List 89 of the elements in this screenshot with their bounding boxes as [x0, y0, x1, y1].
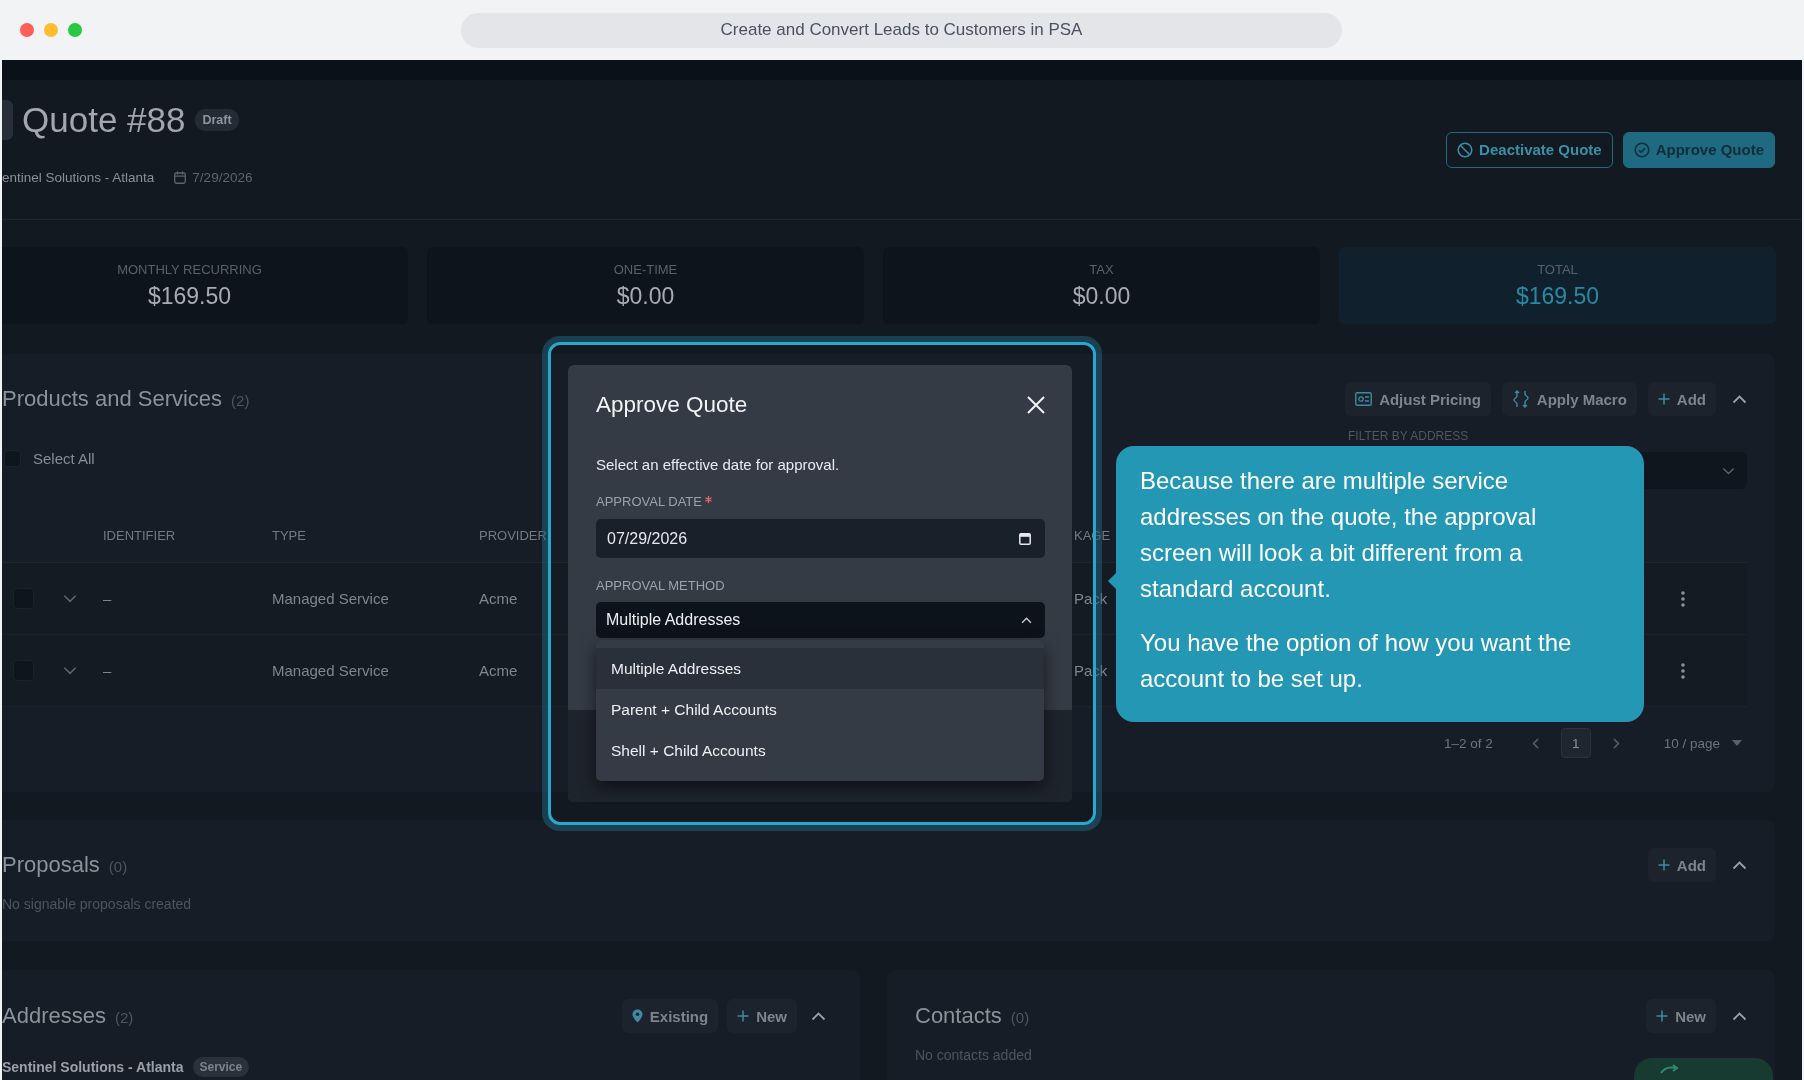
- quote-title: Quote #88: [22, 99, 186, 141]
- chevron-right-icon[interactable]: [1612, 737, 1620, 749]
- address-tag: Service: [192, 1057, 250, 1077]
- plus-icon: [1657, 393, 1670, 405]
- table-cell: Acme: [479, 590, 518, 607]
- arrows-icon: [1511, 390, 1530, 408]
- filter-label: FILTER BY ADDRESS: [1348, 429, 1469, 443]
- more-icon[interactable]: [1681, 662, 1685, 679]
- add-button[interactable]: Add: [1647, 848, 1716, 882]
- field-label: APPROVAL DATE: [596, 494, 702, 510]
- existing-address-button[interactable]: Existing: [621, 999, 719, 1033]
- table-cell: –: [103, 590, 112, 607]
- tooltip-text: Because there are multiple service addresses on the quote, the approval screen will look a bit different from a standard account.: [1140, 466, 1538, 604]
- chevron-down-icon[interactable]: [63, 594, 77, 603]
- section-count: (2): [114, 1009, 134, 1026]
- section-count: (2): [231, 392, 250, 409]
- section-count: (0): [108, 858, 128, 875]
- add-button[interactable]: New: [727, 999, 797, 1033]
- plus-icon: [737, 1010, 750, 1022]
- column-header: TYPE: [272, 527, 306, 543]
- select-all-label: Select All: [33, 449, 95, 467]
- check-circle-icon: [1633, 141, 1650, 158]
- empty-message: No contacts added: [915, 1047, 1032, 1063]
- summary-label: TAX: [1089, 262, 1114, 278]
- plus-icon: [1656, 1010, 1669, 1022]
- column-header: IDENTIFIER: [103, 527, 176, 543]
- table-cell: Acme: [479, 662, 518, 679]
- adjust-pricing-button[interactable]: Adjust Pricing: [1345, 382, 1491, 416]
- calendar-icon: [174, 170, 187, 184]
- close-icon[interactable]: [1027, 396, 1045, 414]
- minimize-window-icon[interactable]: [44, 23, 58, 37]
- caret-down-icon[interactable]: [1732, 740, 1742, 746]
- apply-macro-button[interactable]: Apply Macro: [1501, 382, 1637, 416]
- section-title: Products and Services: [2, 386, 223, 412]
- approval-method-select[interactable]: Multiple Addresses: [596, 602, 1045, 638]
- dropdown-option[interactable]: Parent + Child Accounts: [596, 689, 1044, 730]
- summary-value: $0.00: [1072, 282, 1131, 310]
- section-count: (0): [1010, 1009, 1030, 1026]
- chevron-up-icon[interactable]: [1732, 1011, 1747, 1021]
- calendar-icon: [1019, 532, 1031, 545]
- tooltip-text: You have the option of how you want the account to be set up.: [1140, 628, 1573, 694]
- summary-label: ONE-TIME: [613, 262, 678, 278]
- add-button[interactable]: Add: [1647, 382, 1716, 416]
- pin-icon: [631, 1009, 643, 1023]
- approve-quote-button[interactable]: Approve Quote: [1622, 131, 1775, 168]
- dropdown-option[interactable]: Multiple Addresses: [596, 648, 1044, 689]
- section-title: Proposals: [2, 852, 100, 878]
- table-cell: –: [103, 662, 112, 679]
- add-button[interactable]: New: [1646, 999, 1716, 1033]
- chevron-up-icon: [1021, 616, 1032, 624]
- chevron-up-icon[interactable]: [1732, 394, 1747, 404]
- close-window-icon[interactable]: [20, 23, 34, 37]
- page-size-select[interactable]: 10 / page: [1663, 735, 1720, 751]
- summary-label: MONTHLY RECURRING: [117, 262, 262, 278]
- summary-value: $0.00: [616, 282, 675, 310]
- chevron-up-icon[interactable]: [811, 1011, 826, 1021]
- approval-date-field[interactable]: 07/29/2026: [596, 519, 1045, 558]
- banknote-icon: [1355, 392, 1373, 406]
- status-badge: Draft: [195, 109, 239, 131]
- summary-label: TOTAL: [1537, 262, 1578, 278]
- plus-icon: [1657, 859, 1670, 871]
- floating-action-button[interactable]: [1634, 1058, 1773, 1080]
- column-header: PROVIDER: [479, 527, 547, 543]
- table-cell: Managed Service: [272, 590, 389, 607]
- account-name: entinel Solutions - Atlanta: [2, 169, 155, 185]
- pagination-range: 1–2 of 2: [1443, 735, 1493, 751]
- more-icon[interactable]: [1681, 590, 1685, 607]
- quote-date: 7/29/2026: [192, 169, 253, 185]
- chevron-up-icon[interactable]: [1732, 860, 1747, 870]
- maximize-window-icon[interactable]: [68, 23, 82, 37]
- section-title: Addresses: [2, 1003, 106, 1029]
- summary-value: $169.50: [1515, 282, 1600, 310]
- section-title: Contacts: [915, 1003, 1002, 1029]
- ban-icon: [1457, 141, 1474, 158]
- empty-message: No signable proposals created: [2, 896, 192, 912]
- dialog-title: Approve Quote: [596, 391, 748, 419]
- address-name: Sentinel Solutions - Atlanta: [2, 1059, 184, 1075]
- summary-value: $169.50: [147, 282, 232, 310]
- table-cell: Managed Service: [272, 662, 389, 679]
- chevron-down-icon[interactable]: [63, 666, 77, 675]
- field-label: APPROVAL METHOD: [596, 578, 725, 594]
- chevron-down-icon: [1722, 466, 1735, 475]
- dropdown-option[interactable]: Shell + Child Accounts: [596, 730, 1044, 771]
- deactivate-quote-button[interactable]: Deactivate Quote: [1446, 131, 1613, 168]
- page-button[interactable]: 1: [1560, 728, 1591, 758]
- dialog-instruction: Select an effective date for approval.: [596, 456, 840, 473]
- chevron-left-icon[interactable]: [1531, 737, 1539, 749]
- address-bar[interactable]: Create and Convert Leads to Customers in PSA: [461, 12, 1342, 48]
- arrow-icon: [1660, 1064, 1680, 1074]
